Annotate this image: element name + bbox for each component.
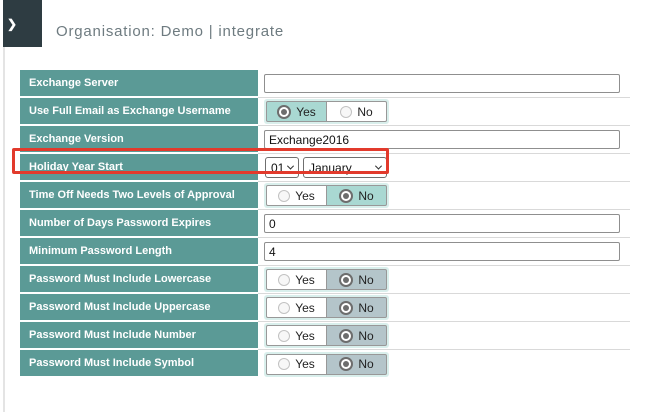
yes-option[interactable]: Yes bbox=[266, 185, 327, 206]
option-label: No bbox=[358, 189, 373, 203]
table-row: Password Must Include Uppercase Yes No bbox=[20, 294, 630, 322]
yes-option[interactable]: Yes bbox=[266, 297, 327, 318]
two-levels-approval-toggle: Yes No bbox=[264, 183, 389, 208]
table-row: Exchange Version bbox=[20, 126, 630, 154]
page-title: Organisation: Demo | integrate bbox=[56, 23, 284, 40]
option-label: Yes bbox=[295, 273, 315, 287]
radio-unselected-icon bbox=[278, 302, 290, 314]
password-number-toggle: Yes No bbox=[264, 323, 389, 348]
sidebar-expand-chevron-icon[interactable]: ❯ bbox=[3, 18, 17, 30]
radio-selected-icon bbox=[339, 329, 353, 343]
no-option[interactable]: No bbox=[326, 101, 387, 122]
chevron-down-icon bbox=[287, 163, 294, 170]
row-value: Yes No bbox=[258, 350, 630, 378]
chevron-down-icon bbox=[375, 163, 382, 170]
row-label: Password Must Include Symbol bbox=[20, 350, 258, 378]
table-row: Number of Days Password Expires bbox=[20, 210, 630, 238]
row-value: Yes No bbox=[258, 182, 630, 210]
holiday-start-day-select[interactable]: 01 bbox=[265, 157, 299, 178]
table-row: Password Must Include Symbol Yes No bbox=[20, 350, 630, 378]
selected-month: January bbox=[309, 161, 352, 175]
row-label: Password Must Include Lowercase bbox=[20, 266, 258, 294]
sidebar-collapsed-panel: ❯ bbox=[3, 0, 42, 47]
no-option[interactable]: No bbox=[326, 185, 387, 206]
table-row: Time Off Needs Two Levels of Approval Ye… bbox=[20, 182, 630, 210]
radio-unselected-icon bbox=[278, 190, 290, 202]
no-option[interactable]: No bbox=[326, 354, 387, 375]
min-password-length-input[interactable] bbox=[264, 242, 620, 261]
table-row: Password Must Include Lowercase Yes No bbox=[20, 266, 630, 294]
row-label: Password Must Include Uppercase bbox=[20, 294, 258, 322]
option-label: Yes bbox=[296, 105, 316, 119]
row-value bbox=[258, 238, 630, 266]
exchange-server-input[interactable] bbox=[264, 74, 620, 93]
row-value bbox=[258, 70, 630, 98]
option-label: No bbox=[357, 105, 372, 119]
table-row: Minimum Password Length bbox=[20, 238, 630, 266]
yes-option[interactable]: Yes bbox=[266, 269, 327, 290]
table-row: Use Full Email as Exchange Username Yes … bbox=[20, 98, 630, 126]
radio-selected-icon bbox=[339, 189, 353, 203]
radio-unselected-icon bbox=[340, 106, 352, 118]
selected-day: 01 bbox=[271, 161, 284, 175]
row-label: Use Full Email as Exchange Username bbox=[20, 98, 258, 126]
exchange-version-input[interactable] bbox=[264, 130, 620, 149]
radio-selected-icon bbox=[339, 301, 353, 315]
table-row: Exchange Server bbox=[20, 70, 630, 98]
row-label: Exchange Version bbox=[20, 126, 258, 154]
yes-option[interactable]: Yes bbox=[266, 354, 327, 375]
radio-selected-icon bbox=[277, 105, 291, 119]
password-uppercase-toggle: Yes No bbox=[264, 295, 389, 320]
option-label: No bbox=[358, 301, 373, 315]
radio-selected-icon bbox=[339, 273, 353, 287]
radio-unselected-icon bbox=[278, 274, 290, 286]
radio-unselected-icon bbox=[278, 358, 290, 370]
no-option[interactable]: No bbox=[326, 297, 387, 318]
row-value bbox=[258, 126, 630, 154]
option-label: Yes bbox=[295, 329, 315, 343]
row-value: Yes No bbox=[258, 98, 630, 126]
no-option[interactable]: No bbox=[326, 325, 387, 346]
option-label: No bbox=[358, 273, 373, 287]
left-panel-border bbox=[3, 0, 5, 412]
option-label: No bbox=[358, 357, 373, 371]
row-label: Exchange Server bbox=[20, 70, 258, 98]
row-value: Yes No bbox=[258, 294, 630, 322]
row-label: Holiday Year Start bbox=[20, 154, 258, 182]
password-expires-days-input[interactable] bbox=[264, 214, 620, 233]
option-label: No bbox=[358, 329, 373, 343]
row-value: Yes No bbox=[258, 322, 630, 350]
radio-selected-icon bbox=[339, 357, 353, 371]
option-label: Yes bbox=[295, 301, 315, 315]
row-value bbox=[258, 210, 630, 238]
row-value: 01 January bbox=[258, 154, 630, 182]
holiday-start-month-select[interactable]: January bbox=[303, 157, 387, 178]
row-label: Number of Days Password Expires bbox=[20, 210, 258, 238]
row-label: Minimum Password Length bbox=[20, 238, 258, 266]
table-row: Holiday Year Start 01 January bbox=[20, 154, 630, 182]
password-lowercase-toggle: Yes No bbox=[264, 267, 389, 292]
settings-table: Exchange Server Use Full Email as Exchan… bbox=[20, 70, 630, 378]
option-label: Yes bbox=[295, 189, 315, 203]
table-row: Password Must Include Number Yes No bbox=[20, 322, 630, 350]
row-label: Time Off Needs Two Levels of Approval bbox=[20, 182, 258, 210]
no-option[interactable]: No bbox=[326, 269, 387, 290]
organisation-settings-page: ❯ Organisation: Demo | integrate Exchang… bbox=[0, 0, 670, 412]
yes-option[interactable]: Yes bbox=[266, 101, 327, 122]
row-value: Yes No bbox=[258, 266, 630, 294]
radio-unselected-icon bbox=[278, 330, 290, 342]
password-symbol-toggle: Yes No bbox=[264, 352, 389, 377]
use-full-email-toggle: Yes No bbox=[264, 99, 389, 124]
option-label: Yes bbox=[295, 357, 315, 371]
row-label: Password Must Include Number bbox=[20, 322, 258, 350]
yes-option[interactable]: Yes bbox=[266, 325, 327, 346]
